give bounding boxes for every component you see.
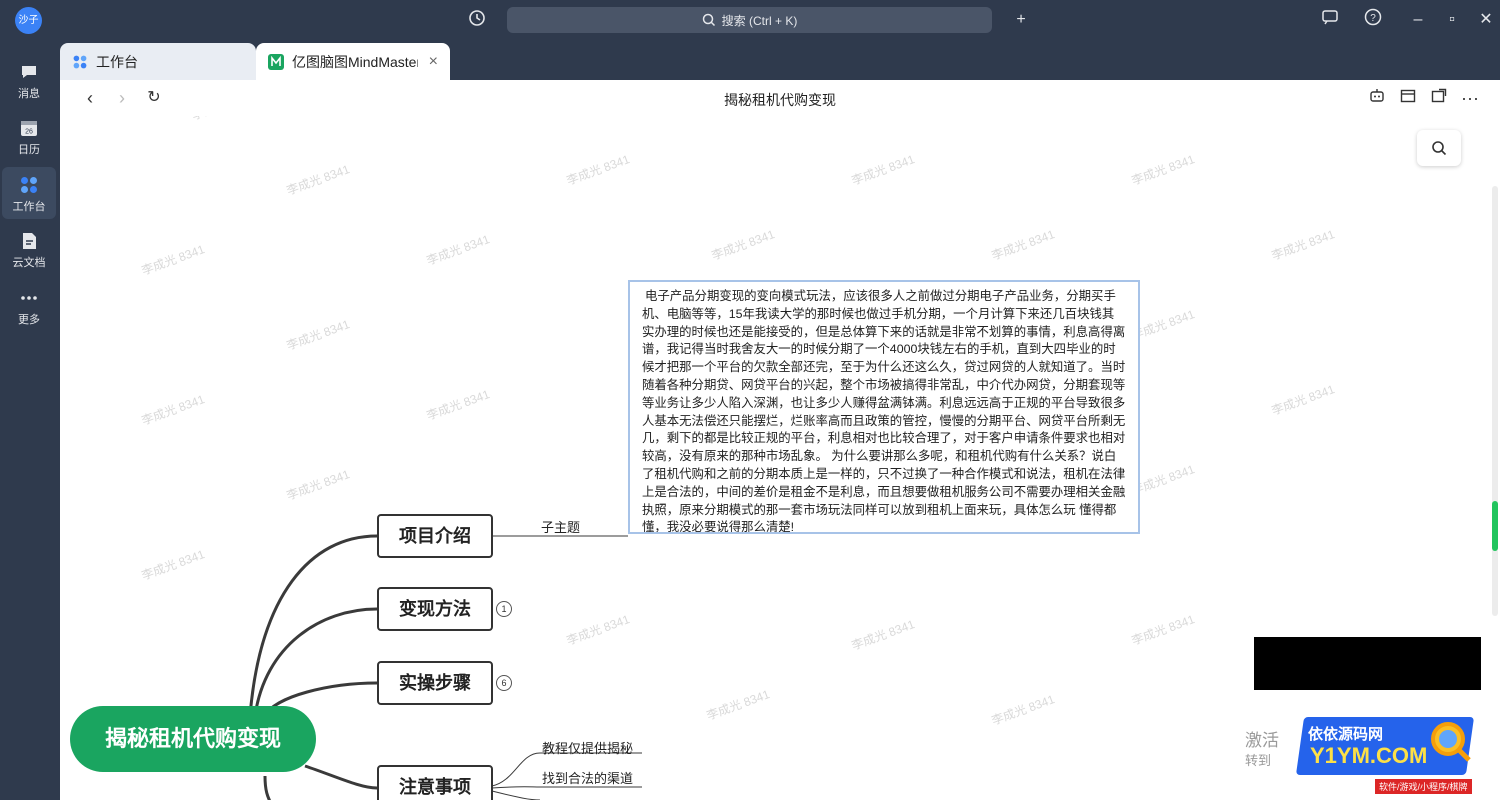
search-icon <box>702 13 715 27</box>
calendar-day: 26 <box>25 129 33 136</box>
tab-workbench[interactable]: 工作台 <box>60 43 256 80</box>
close-tab-icon[interactable]: × <box>429 53 438 71</box>
svg-text:?: ? <box>1370 13 1376 24</box>
mindmap-canvas[interactable]: 李成光 8341 李成光 8341 李成光 8341 李成光 8341 李成光 … <box>60 116 1500 800</box>
topic-monetization-method[interactable]: 变现方法 <box>377 587 493 631</box>
feedback-icon[interactable] <box>1318 8 1342 32</box>
page-title: 揭秘租机代购变现 <box>724 92 836 108</box>
help-icon[interactable]: ? <box>1361 8 1385 32</box>
root-topic[interactable]: 揭秘租机代购变现 <box>70 706 316 772</box>
more-options-icon[interactable]: ··· <box>1458 86 1482 110</box>
left-nav: 消息 26 日历 工作台 云文档 更多 <box>0 40 60 800</box>
search-input[interactable]: 搜索 (Ctrl + K) <box>507 7 992 33</box>
add-icon[interactable]: + <box>1009 8 1033 32</box>
message-icon <box>22 66 36 78</box>
nav-item-cloud-docs[interactable]: 云文档 <box>2 223 56 275</box>
logo-text: Y1YM.COM <box>1310 743 1428 768</box>
more-icon <box>21 296 37 300</box>
canvas-search-button[interactable] <box>1417 130 1461 166</box>
subtopic-label[interactable]: 子主题 <box>541 517 580 536</box>
magnifier-icon <box>1431 722 1471 762</box>
logo-text: 依依源码网 <box>1308 726 1384 743</box>
tab-label: 亿图脑图MindMaster <box>292 53 418 70</box>
tab-strip: 工作台 亿图脑图MindMaster × <box>60 40 1500 80</box>
maximize-icon[interactable]: ▫ <box>1440 8 1464 32</box>
redaction-box <box>1254 637 1481 690</box>
nav-label: 云文档 <box>12 257 46 269</box>
nav-item-more[interactable]: 更多 <box>2 280 56 332</box>
address-bar: ‹ › ↻ 揭秘租机代购变现 ··· <box>60 80 1500 116</box>
topic-practical-steps[interactable]: 实操步骤 <box>377 661 493 705</box>
search-placeholder: 搜索 (Ctrl + K) <box>721 13 798 28</box>
nav-item-calendar[interactable]: 26 日历 <box>2 110 56 162</box>
logo-text: 软件/游戏/小程序/棋牌 <box>1375 779 1472 794</box>
window-icon[interactable] <box>1396 86 1420 110</box>
nav-item-messages[interactable]: 消息 <box>2 54 56 106</box>
minimize-icon[interactable]: – <box>1406 8 1430 32</box>
nav-label: 日历 <box>18 144 40 156</box>
tab-label: 工作台 <box>96 53 138 70</box>
avatar[interactable]: 沙子 <box>15 7 42 34</box>
scrollbar-thumb[interactable] <box>1492 501 1498 551</box>
workbench-icon <box>73 55 87 68</box>
nav-label: 消息 <box>18 88 40 100</box>
mindmaster-icon <box>268 53 284 70</box>
collapsed-count-badge[interactable]: 6 <box>496 675 512 691</box>
topic-precautions[interactable]: 注意事项 <box>377 765 493 800</box>
search-icon <box>1432 141 1447 156</box>
site-watermark-logo: 依依源码网 Y1YM.COM 软件/游戏/小程序/棋牌 <box>1280 711 1490 800</box>
topic-project-intro[interactable]: 项目介绍 <box>377 514 493 558</box>
history-icon[interactable] <box>465 8 489 32</box>
nav-label: 工作台 <box>12 201 46 213</box>
activation-notice: 激活 <box>1245 731 1279 750</box>
workbench-icon <box>21 177 37 193</box>
tab-mindmaster[interactable]: 亿图脑图MindMaster × <box>256 43 450 80</box>
vertical-scrollbar[interactable] <box>1492 186 1498 616</box>
calendar-icon: 26 <box>21 121 37 136</box>
subtopic-label[interactable]: 教程仅提供揭秘 <box>542 738 633 757</box>
nav-item-workbench[interactable]: 工作台 <box>2 167 56 219</box>
title-bar: 沙子 搜索 (Ctrl + K) + ? – ▫ ✕ <box>0 0 1500 40</box>
subtopic-label[interactable]: 找到合法的渠道 <box>542 768 633 787</box>
topic-note-textbox[interactable]: 电子产品分期变现的变向模式玩法，应该很多人之前做过分期电子产品业务，分期买手机、… <box>628 280 1140 534</box>
close-window-icon[interactable]: ✕ <box>1474 8 1498 32</box>
collapsed-count-badge[interactable]: 1 <box>496 601 512 617</box>
open-new-window-icon[interactable] <box>1427 86 1451 110</box>
nav-label: 更多 <box>18 314 40 326</box>
cloud-doc-icon <box>23 233 36 249</box>
robot-icon[interactable] <box>1365 86 1389 110</box>
activation-notice-sub: 转到 <box>1245 753 1272 768</box>
